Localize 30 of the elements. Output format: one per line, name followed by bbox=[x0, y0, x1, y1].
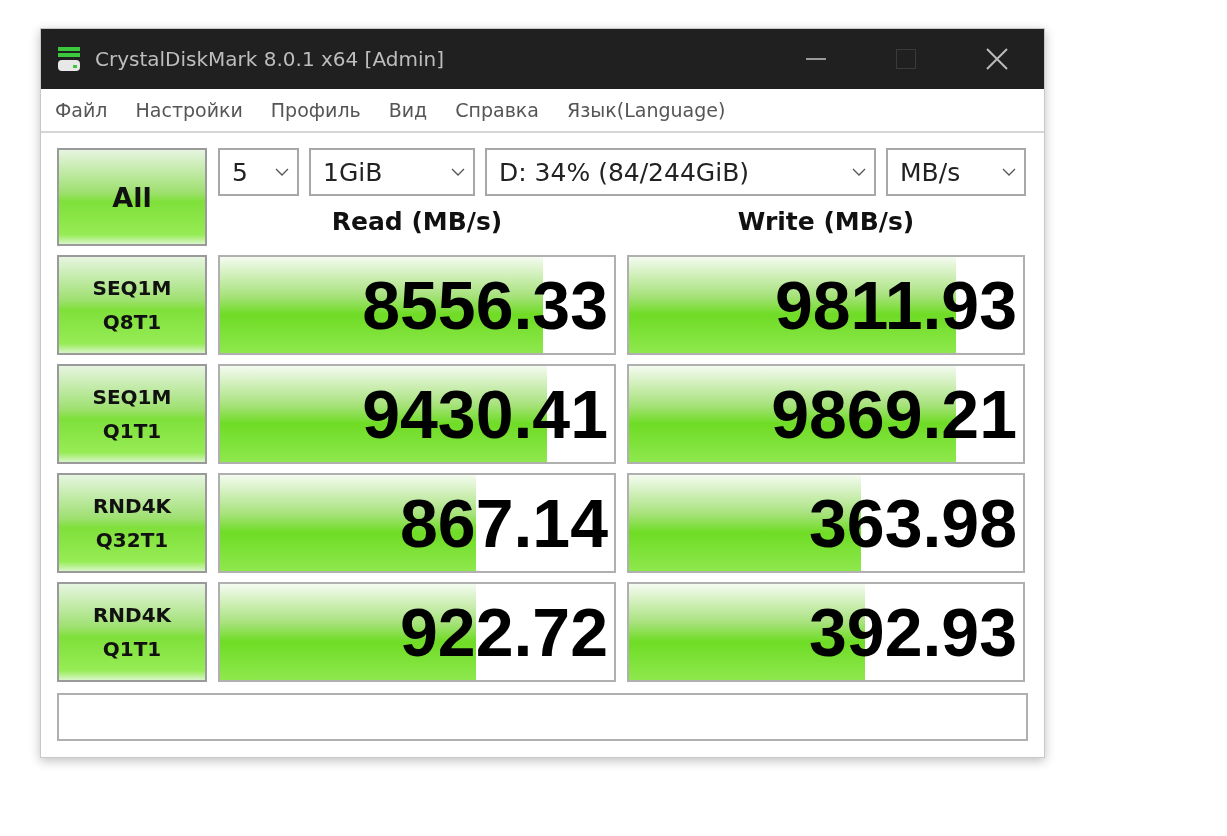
column-header: Read (MB/s) bbox=[330, 206, 504, 236]
test-button[interactable]: RND4K Q1T1 bbox=[57, 582, 207, 682]
chevron-icon bbox=[451, 168, 465, 176]
result-value: 392.93 bbox=[809, 593, 1017, 671]
column-header: Write (MB/s) bbox=[736, 206, 916, 236]
chevron-icon bbox=[1002, 168, 1016, 176]
window-title: CrystalDiskMark 8.0.1 x64 [Admin] bbox=[95, 47, 445, 71]
menu-item[interactable]: Справка bbox=[455, 99, 539, 121]
chevron-icon bbox=[275, 168, 289, 176]
dropdown[interactable]: 1GiB bbox=[309, 148, 475, 196]
result-value: 922.72 bbox=[400, 593, 608, 671]
menu-item[interactable]: Язык(Language) bbox=[567, 99, 726, 121]
test-button[interactable]: SEQ1M Q1T1 bbox=[57, 364, 207, 464]
dropdown[interactable]: 5 bbox=[218, 148, 299, 196]
result-value: 363.98 bbox=[809, 484, 1017, 562]
all-button[interactable]: All bbox=[57, 148, 207, 246]
dropdown[interactable]: MB/s bbox=[886, 148, 1026, 196]
dropdown[interactable]: D: 34% (84/244GiB) bbox=[485, 148, 876, 196]
menu-item[interactable]: Профиль bbox=[270, 99, 361, 121]
result-value: 867.14 bbox=[400, 484, 608, 562]
disk-drive-icon bbox=[57, 46, 81, 72]
chevron-icon bbox=[852, 168, 866, 176]
comment-field[interactable] bbox=[57, 693, 1028, 741]
close-icon[interactable] bbox=[986, 48, 1008, 70]
test-button[interactable]: SEQ1M Q8T1 bbox=[57, 255, 207, 355]
test-button[interactable]: RND4K Q32T1 bbox=[57, 473, 207, 573]
menu-item[interactable]: Вид bbox=[388, 99, 428, 121]
menu-item[interactable]: Файл bbox=[55, 99, 108, 121]
maximize-icon[interactable] bbox=[896, 49, 916, 69]
menu-item[interactable]: Настройки bbox=[135, 99, 243, 121]
